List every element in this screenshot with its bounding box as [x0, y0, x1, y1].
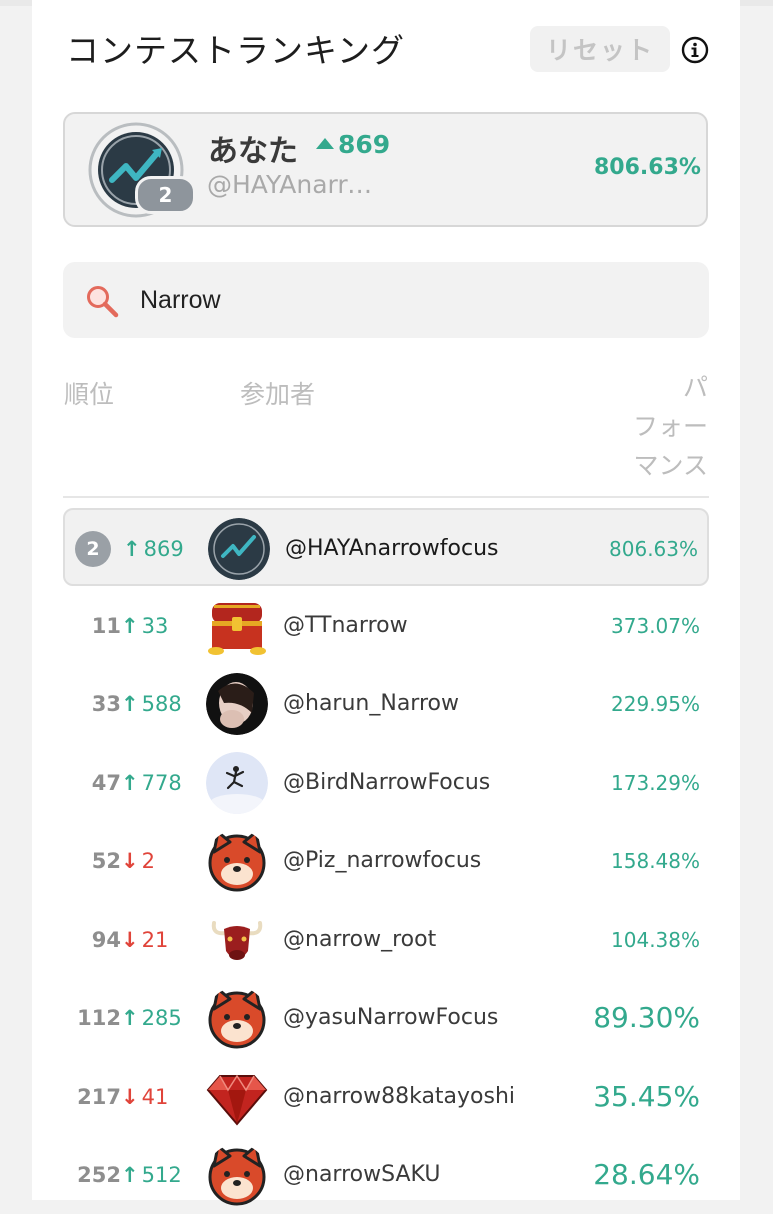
- participant-handle[interactable]: @yasuNarrowFocus: [283, 979, 498, 1057]
- column-header-performance-line: パ: [682, 373, 708, 402]
- performance-value: 104.38%: [611, 928, 700, 952]
- participant-handle[interactable]: @narrowSAKU: [283, 1136, 440, 1214]
- rank-change-value: 285: [141, 1006, 182, 1030]
- arrow-up-icon: ↑: [121, 614, 139, 638]
- photo-portrait-avatar[interactable]: [206, 673, 268, 735]
- arrow-down-icon: ↓: [121, 928, 139, 952]
- rank-change: ↑ 33: [121, 587, 168, 665]
- your-name: あなた: [208, 134, 298, 169]
- rank-number: 47: [91, 771, 121, 795]
- treasure-chest-avatar[interactable]: [206, 595, 268, 657]
- rank-change-value: 778: [141, 771, 182, 795]
- column-header-rank: 順位: [64, 380, 115, 409]
- table-row[interactable]: 33 ↑ 588 @harun_Narrow 229.95%: [63, 665, 709, 743]
- rank-change: ↑ 588: [121, 665, 182, 743]
- rank-change: ↓ 2: [121, 822, 155, 900]
- performance-value: 806.63%: [609, 537, 698, 561]
- shiba-dog-avatar[interactable]: [206, 1144, 268, 1206]
- your-handle: @HAYAnarro…: [207, 170, 387, 199]
- chart-logo-avatar[interactable]: [208, 518, 270, 580]
- your-rank-change-value: 869: [338, 130, 391, 159]
- jumping-person-avatar[interactable]: [206, 752, 268, 814]
- reset-button[interactable]: リセット: [530, 26, 670, 72]
- table-row[interactable]: 252 ↑ 512 @narrowSAKU 28.64%: [63, 1136, 709, 1214]
- performance-value: 28.64%: [593, 1158, 700, 1191]
- table-row[interactable]: 112 ↑ 285 @yasuNarrowFocus 89.30%: [63, 979, 709, 1057]
- header-divider: [63, 496, 709, 498]
- arrow-up-icon: ↑: [121, 1006, 139, 1030]
- rank-number: 33: [91, 692, 121, 716]
- column-header-performance-line: フォー: [632, 412, 708, 441]
- shiba-dog-avatar[interactable]: [206, 987, 268, 1049]
- your-rank-badge: 2: [135, 176, 196, 214]
- rank-number: 217: [77, 1085, 121, 1109]
- arrow-down-icon: ↓: [121, 849, 139, 873]
- page-title: コンテストランキング: [66, 31, 406, 70]
- table-row[interactable]: 94 ↓ 21 @narrow_root 104.38%: [63, 901, 709, 979]
- rank-change-value: 33: [141, 614, 169, 638]
- performance-value: 173.29%: [611, 771, 700, 795]
- participant-handle[interactable]: @TTnarrow: [283, 587, 408, 665]
- column-header-participant: 参加者: [240, 380, 316, 409]
- table-row-current-user[interactable]: 2 ↑ 869 @HAYAnarrowfocus 806.63%: [63, 508, 709, 586]
- participant-handle[interactable]: @Piz_narrowfocus: [283, 822, 481, 900]
- shiba-dog-avatar[interactable]: [206, 830, 268, 892]
- search-input[interactable]: [140, 276, 680, 324]
- rank-change: ↑ 869: [123, 510, 184, 588]
- arrow-up-icon: ↑: [121, 771, 139, 795]
- performance-value: 373.07%: [611, 614, 700, 638]
- arrow-down-icon: ↓: [121, 1085, 139, 1109]
- search-icon: [87, 286, 119, 318]
- rank-change-value: 41: [141, 1085, 169, 1109]
- table-row[interactable]: 217 ↓ 41 @narrow88katayoshi 35.45%: [63, 1058, 709, 1136]
- rank-change-value: 21: [141, 928, 169, 952]
- your-performance: 806.63%: [594, 155, 701, 180]
- rank-change: ↑ 285: [121, 979, 182, 1057]
- rank-badge: 2: [75, 531, 111, 567]
- participant-handle[interactable]: @narrow_root: [283, 901, 436, 979]
- rank-change-value: 588: [141, 692, 182, 716]
- table-row[interactable]: 52 ↓ 2 @Piz_narrowfocus 158.48%: [63, 822, 709, 900]
- performance-value: 229.95%: [611, 692, 700, 716]
- rank-number: 94: [91, 928, 121, 952]
- rank-number: 252: [77, 1163, 121, 1187]
- participant-handle[interactable]: @HAYAnarrowfocus: [285, 510, 498, 588]
- column-header-performance[interactable]: パ フォー マンス: [612, 368, 708, 485]
- table-row[interactable]: 11 ↑ 33 @TTnarrow 373.07%: [63, 587, 709, 665]
- performance-value: 158.48%: [611, 849, 700, 873]
- rank-change: ↓ 41: [121, 1058, 168, 1136]
- column-header-performance-line: マンス: [633, 451, 708, 480]
- rank-number: 52: [91, 849, 121, 873]
- info-circle-icon[interactable]: [681, 36, 709, 64]
- participant-handle[interactable]: @BirdNarrowFocus: [283, 744, 490, 822]
- arrow-up-icon: ↑: [123, 537, 141, 561]
- performance-value: 89.30%: [593, 1001, 700, 1034]
- arrow-up-icon: ↑: [121, 1163, 139, 1187]
- participant-handle[interactable]: @harun_Narrow: [283, 665, 459, 743]
- rank-change: ↓ 21: [121, 901, 168, 979]
- rank-change: ↑ 778: [121, 744, 182, 822]
- arrow-up-icon: ↑: [121, 692, 139, 716]
- table-row[interactable]: 47 ↑ 778 @BirdNarrowFocus 173.29%: [63, 744, 709, 822]
- ruby-diamond-avatar[interactable]: [206, 1066, 268, 1128]
- performance-value: 35.45%: [593, 1080, 700, 1113]
- rank-number: 11: [91, 614, 121, 638]
- your-rank-change: 869: [316, 130, 390, 159]
- rank-change-value: 869: [143, 537, 184, 561]
- up-triangle-icon: [316, 138, 334, 149]
- rank-number: 112: [77, 1006, 121, 1030]
- rank-change-value: 512: [141, 1163, 182, 1187]
- rank-change: ↑ 512: [121, 1136, 182, 1214]
- rank-change-value: 2: [141, 849, 155, 873]
- participant-handle[interactable]: @narrow88katayoshi: [283, 1058, 515, 1136]
- bull-avatar[interactable]: [206, 909, 268, 971]
